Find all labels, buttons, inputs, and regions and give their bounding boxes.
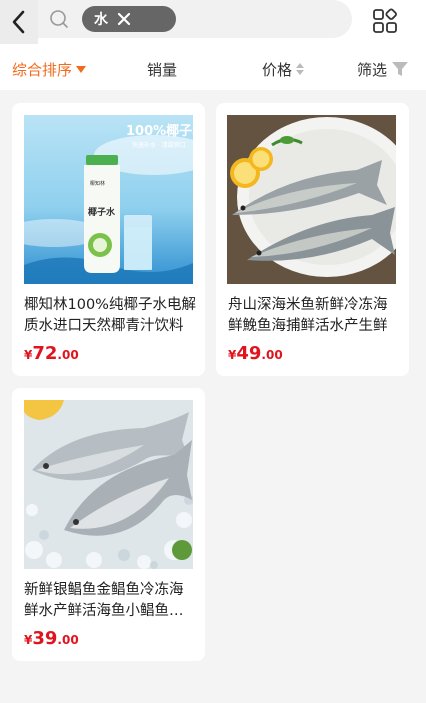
price-decimal: .00 (261, 348, 283, 362)
price-integer: 39 (32, 628, 58, 649)
sort-bar: 综合排序 销量 价格 筛选 (0, 46, 426, 90)
product-price: ¥ 72 .00 (24, 343, 79, 364)
product-image-croaker-fish[interactable] (227, 115, 396, 284)
sort-sales-label: 销量 (147, 60, 178, 79)
currency-symbol: ¥ (24, 348, 33, 362)
filter-funnel-icon (392, 62, 409, 76)
price-decimal: .00 (57, 348, 79, 362)
search-icon (50, 10, 68, 28)
close-icon[interactable] (116, 11, 132, 27)
image-subline: 快速补水 · 清甜爽口 (132, 141, 186, 149)
bottle-label: 椰子水 (88, 206, 116, 218)
image-headline: 100%椰子水 (126, 123, 193, 139)
product-card[interactable]: 新鲜银鲳鱼金鲳鱼冷冻海鲜水产鲜活海鱼小鲳鱼整箱 ¥ 39 .00 (12, 388, 205, 661)
currency-symbol: ¥ (24, 633, 33, 647)
sort-price-label: 价格 (262, 60, 293, 79)
top-bar: 水 (0, 0, 426, 46)
back-arrow-icon (12, 10, 25, 34)
price-integer: 49 (236, 343, 262, 364)
product-title[interactable]: 新鲜银鲳鱼金鲳鱼冷冻海鲜水产鲜活海鱼小鲳鱼整箱 (24, 580, 196, 622)
grid-layout-icon[interactable] (372, 8, 398, 34)
price-integer: 72 (32, 343, 58, 364)
sort-arrows-icon (296, 63, 305, 75)
search-keyword-text: 水 (94, 12, 108, 28)
product-image-pomfret-fish[interactable] (24, 400, 193, 569)
search-input[interactable]: 水 (38, 0, 352, 38)
product-title[interactable]: 椰知林100%纯椰子水电解质水进口天然椰青汁饮料 (24, 295, 196, 337)
caret-down-icon (76, 65, 87, 73)
price-decimal: .00 (57, 633, 79, 647)
product-price: ¥ 39 .00 (24, 628, 79, 649)
sort-default-tab[interactable]: 综合排序 (12, 58, 87, 80)
product-price: ¥ 49 .00 (228, 343, 283, 364)
currency-symbol: ¥ (228, 348, 237, 362)
product-card[interactable]: 舟山深海米鱼新鲜冷冻海鲜鮸鱼海捕鲜活水产生鲜 ¥ 49 .00 (216, 103, 409, 376)
search-keyword-tag[interactable]: 水 (82, 6, 176, 32)
bottle-brand: 椰知林 (90, 180, 105, 187)
sort-default-label: 综合排序 (12, 60, 73, 79)
product-card[interactable]: 100%椰子水 快速补水 · 清甜爽口 椰知林 椰子水 椰知林100%纯椰子水电… (12, 103, 205, 376)
sort-sales-tab[interactable]: 销量 (147, 58, 177, 80)
sort-price-tab[interactable]: 价格 (262, 58, 305, 80)
back-button[interactable] (0, 0, 38, 44)
product-title[interactable]: 舟山深海米鱼新鲜冷冻海鲜鮸鱼海捕鲜活水产生鲜 (228, 295, 400, 337)
filter-button[interactable]: 筛选 (357, 58, 409, 80)
filter-label: 筛选 (357, 60, 388, 79)
product-image-coconut-water[interactable]: 100%椰子水 快速补水 · 清甜爽口 椰知林 椰子水 (24, 115, 193, 284)
